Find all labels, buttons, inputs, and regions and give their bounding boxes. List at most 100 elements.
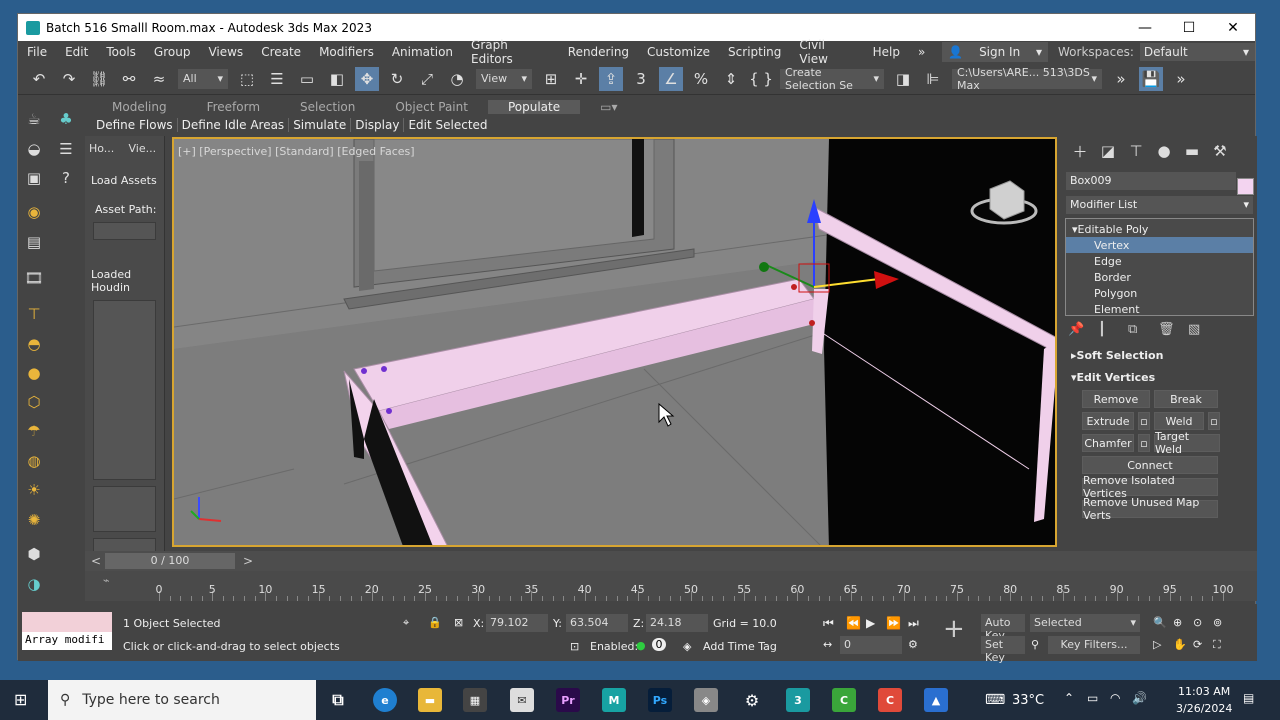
- lamp-icon[interactable]: ⊤: [22, 302, 46, 326]
- enabled-indicator[interactable]: ●: [636, 639, 646, 652]
- teapot-icon[interactable]: ☕: [22, 107, 46, 131]
- taskbar-search[interactable]: ⚲ Type here to search: [48, 680, 316, 720]
- tab-populate[interactable]: Populate: [487, 100, 581, 114]
- menu-overflow-icon[interactable]: »: [909, 45, 934, 59]
- time-configuration-icon[interactable]: ⚙: [908, 638, 918, 651]
- modifier-list-dropdown[interactable]: Modifier List ▾: [1066, 196, 1253, 214]
- zoom-icon[interactable]: 🔍: [1153, 616, 1167, 629]
- edit-named-selection-icon[interactable]: { }: [749, 67, 773, 91]
- named-selection-dropdown[interactable]: Create Selection Se ▾: [780, 66, 884, 92]
- sign-in-dropdown[interactable]: 👤 Sign In ▾: [942, 42, 1048, 62]
- undo-icon[interactable]: ↶: [27, 67, 51, 91]
- sphere-light-icon[interactable]: ●: [22, 361, 46, 385]
- menu-animation[interactable]: Animation: [383, 45, 462, 59]
- camtasia-icon[interactable]: C: [832, 688, 856, 712]
- stack-edge[interactable]: Edge: [1066, 253, 1253, 269]
- selection-lock-icon[interactable]: 🔒: [428, 616, 442, 629]
- edge-icon[interactable]: e: [373, 688, 397, 712]
- camera-icon[interactable]: ▤: [22, 230, 46, 254]
- stack-border[interactable]: Border: [1066, 269, 1253, 285]
- toolbar-overflow-icon[interactable]: »: [1109, 67, 1133, 91]
- app-icon[interactable]: ◈: [694, 688, 718, 712]
- weld-button[interactable]: Weld: [1154, 412, 1204, 430]
- field-of-view-icon[interactable]: ▷: [1153, 638, 1161, 651]
- menu-tools[interactable]: Tools: [97, 45, 145, 59]
- minimize-button[interactable]: —: [1123, 20, 1167, 36]
- bulb-icon[interactable]: ◍: [22, 449, 46, 473]
- y-coordinate-field[interactable]: 63.504: [566, 614, 628, 632]
- keyboard-shortcut-override-icon[interactable]: ⇪: [599, 66, 623, 91]
- display-button[interactable]: Display: [351, 118, 405, 132]
- configure-modifier-sets-icon[interactable]: ▧: [1188, 322, 1218, 337]
- time-config-icon[interactable]: ↔: [823, 638, 832, 651]
- tree-icon[interactable]: ♣: [54, 107, 78, 131]
- zoom-extents-all-icon[interactable]: ⊚: [1213, 616, 1222, 629]
- maximize-button[interactable]: ☐: [1167, 20, 1211, 36]
- toolbar-overflow-right-icon[interactable]: »: [1169, 67, 1193, 91]
- recorder-icon[interactable]: C: [878, 688, 902, 712]
- select-and-scale-icon[interactable]: ⤢: [415, 67, 439, 91]
- remove-button[interactable]: Remove: [1082, 390, 1150, 408]
- link-icon[interactable]: ⛓: [87, 67, 111, 91]
- edit-selected-button[interactable]: Edit Selected: [404, 118, 491, 132]
- mirror-icon[interactable]: ◨: [891, 67, 915, 91]
- loaded-assets-list[interactable]: [93, 300, 156, 480]
- define-flows-button[interactable]: Define Flows: [92, 118, 178, 132]
- extrude-settings-button[interactable]: ▫: [1138, 412, 1150, 430]
- remove-isolated-vertices-button[interactable]: Remove Isolated Vertices: [1082, 474, 1218, 500]
- current-frame-field[interactable]: 0: [840, 636, 902, 654]
- weld-settings-button[interactable]: ▫: [1208, 412, 1220, 430]
- umbrella-icon[interactable]: ☂: [22, 419, 46, 443]
- network-icon[interactable]: ▭: [1087, 691, 1098, 705]
- pan-icon[interactable]: ✋: [1173, 638, 1187, 651]
- x-coordinate-field[interactable]: 79.102: [486, 614, 548, 632]
- next-frame-icon[interactable]: ⏩: [886, 616, 901, 630]
- tab-home[interactable]: Ho...: [85, 136, 125, 160]
- set-key-plus-icon[interactable]: +: [943, 614, 965, 644]
- percent-snap-icon[interactable]: %: [689, 67, 713, 91]
- maxscript-listener-mini[interactable]: [22, 612, 112, 632]
- utilities-tab-icon[interactable]: ⚒: [1206, 142, 1234, 160]
- connect-button[interactable]: Connect: [1082, 456, 1218, 474]
- weather-temp[interactable]: 33°C: [1012, 693, 1044, 708]
- store-icon[interactable]: ▦: [463, 688, 487, 712]
- enabled-toggle[interactable]: 0: [652, 638, 666, 651]
- 3dsmax-taskbar-icon[interactable]: 3: [786, 688, 810, 712]
- redo-icon[interactable]: ↷: [57, 67, 81, 91]
- time-next-icon[interactable]: >: [243, 554, 253, 568]
- wifi-icon[interactable]: ◠: [1110, 691, 1120, 705]
- selected-key-dropdown[interactable]: Selected ▾: [1030, 614, 1140, 632]
- maxscript-input[interactable]: Array modifi: [22, 632, 112, 650]
- dome-light-icon[interactable]: ◓: [22, 332, 46, 356]
- angle-snap-icon[interactable]: ∠: [659, 66, 683, 91]
- show-end-result-icon[interactable]: ┃: [1098, 322, 1128, 337]
- reference-coordinate-dropdown[interactable]: View ▾: [476, 68, 532, 89]
- maximize-viewport-icon[interactable]: ⛶: [1213, 638, 1221, 652]
- zoom-all-icon[interactable]: ⊕: [1173, 616, 1182, 629]
- track-bar[interactable]: ⌁ 0 5 10 15 20 25 30 35 40 45 50 55 60 65 70 75 80 85 90 95…: [85, 571, 1257, 601]
- isolate-selection-icon[interactable]: ⌖: [403, 616, 409, 630]
- modify-tab-icon[interactable]: ◪: [1094, 142, 1122, 160]
- select-object-icon[interactable]: ⬚: [235, 67, 259, 91]
- hierarchy-tab-icon[interactable]: ⊤: [1122, 142, 1150, 160]
- display-tab-icon[interactable]: ▬: [1178, 142, 1206, 160]
- prev-frame-icon[interactable]: ⏪: [846, 616, 861, 630]
- help-icon[interactable]: ?: [54, 166, 78, 190]
- align-icon[interactable]: ⊫: [921, 67, 945, 91]
- tray-chevron-icon[interactable]: ⌃: [1064, 691, 1074, 705]
- notification-icon[interactable]: ▤: [1243, 691, 1254, 705]
- selection-filter-dropdown[interactable]: All ▾: [178, 68, 228, 89]
- menu-help[interactable]: Help: [864, 45, 909, 59]
- menu-rendering[interactable]: Rendering: [559, 45, 638, 59]
- save-icon[interactable]: 💾: [1139, 66, 1163, 91]
- perspective-viewport[interactable]: [+] [Perspective] [Standard] [Edged Face…: [172, 137, 1057, 547]
- sphere-icon[interactable]: ◒: [22, 137, 46, 161]
- absolute-mode-icon[interactable]: ⊠: [454, 616, 463, 629]
- extrude-button[interactable]: Extrude: [1082, 412, 1134, 430]
- goto-end-icon[interactable]: ⏭: [908, 616, 919, 631]
- settings-icon[interactable]: ⚙: [740, 688, 764, 712]
- menu-graph-editors[interactable]: Graph Editors: [462, 38, 559, 66]
- select-and-move-icon[interactable]: ✥: [355, 66, 379, 91]
- object-name-field[interactable]: Box009: [1066, 172, 1236, 190]
- select-and-place-icon[interactable]: ◔: [445, 67, 469, 91]
